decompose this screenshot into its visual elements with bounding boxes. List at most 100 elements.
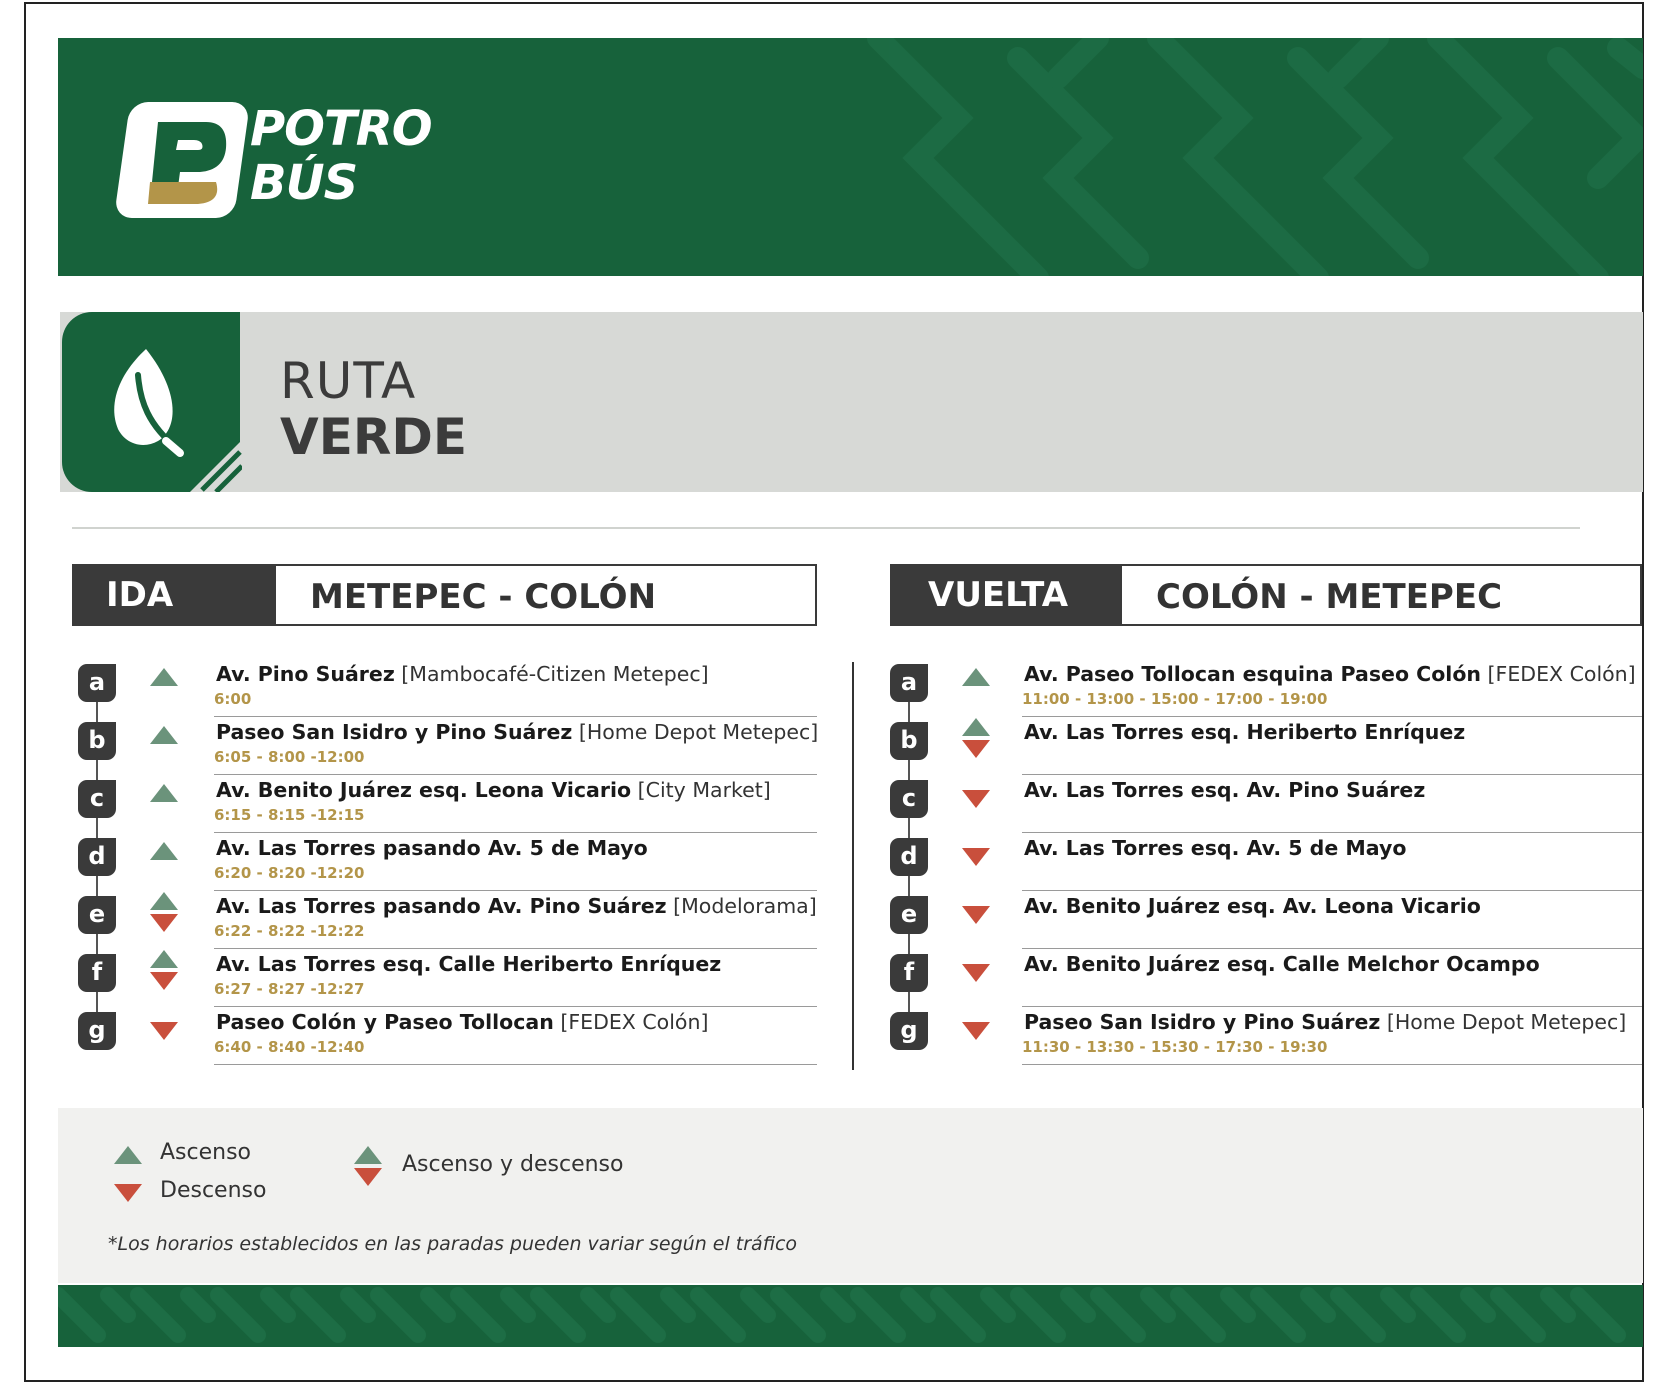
route-title-line2: VERDE [280,408,468,466]
stop-row: d Av. Las Torres pasando Av. 5 de Mayo 6:2… [72,834,817,892]
stop-landmark: [FEDEX Colón] [553,1010,709,1034]
logo-wordmark: POTRO BÚS [250,102,432,210]
legend-panel: Ascenso Descenso Ascenso y descenso [58,1108,1643,1283]
stop-letter-badge: f [890,954,928,992]
stop-name: Paseo San Isidro y Pino Suárez [Home Dep… [1024,1010,1626,1034]
stop-row: c Av. Las Torres esq. Av. Pino Suárez [884,776,1642,834]
triangle-up-icon [354,1146,382,1164]
potrobus-logo: POTRO BÚS [113,102,442,232]
legend-ascenso: Ascenso [160,1140,252,1165]
tile-stripes-decoration [190,440,242,492]
triangle-down-icon [150,914,178,932]
stop-landmark: [Home Depot Metepec] [572,720,819,744]
row-separator [1022,1064,1642,1065]
stop-name: Av. Pino Suárez [Mambocafé-Citizen Metep… [216,662,709,686]
stop-landmark: [FEDEX Colón] [1481,662,1636,686]
stop-street: Av. Benito Juárez esq. Calle Melchor Oca… [1024,952,1540,976]
triangle-up-icon [962,718,990,736]
row-separator [214,1064,817,1065]
triangle-up-icon [150,784,178,802]
stop-letter-badge: d [78,838,116,876]
logo-p-mark [148,122,227,204]
ida-stop-list: a Av. Pino Suárez [Mambocafé-Citizen Mete… [72,660,818,1080]
stop-letter-badge: a [78,664,116,702]
logo-line1: POTRO [250,101,432,157]
stop-letter-badge: e [890,896,928,934]
stop-row: b Paseo San Isidro y Pino Suárez [Home De… [72,718,818,776]
stop-street: Av. Las Torres pasando Av. 5 de Mayo [216,836,648,860]
row-separator [214,716,817,717]
stop-street: Av. Paseo Tollocan esquina Paseo Colón [1024,662,1482,686]
stop-name: Av. Benito Juárez esq. Calle Melchor Oca… [1024,952,1540,976]
stop-letter-badge: f [78,954,116,992]
stop-row: c Av. Benito Juárez esq. Leona Vicario [C… [72,776,817,834]
stop-times: 6:22 - 8:22 -12:22 [214,922,365,940]
triangle-down-icon [962,964,990,982]
stop-name: Av. Las Torres esq. Av. Pino Suárez [1024,778,1425,802]
stop-row: e Av. Benito Juárez esq. Av. Leona Vicari… [884,892,1642,950]
vuelta-route: COLÓN - METEPEC [1156,577,1503,617]
stop-landmark: [Home Depot Metepec] [1380,1010,1627,1034]
stop-street: Paseo San Isidro y Pino Suárez [216,720,573,744]
column-divider [852,662,854,1070]
stop-row: f Av. Benito Juárez esq. Calle Melchor Oc… [884,950,1642,1008]
stop-times: 11:00 - 13:00 - 15:00 - 17:00 - 19:00 [1022,690,1328,708]
stop-row: a Av. Pino Suárez [Mambocafé-Citizen Mete… [72,660,817,718]
triangle-up-icon [150,842,178,860]
stop-landmark: [City Market] [631,778,771,802]
stop-landmark: [Modelorama] [666,894,817,918]
stop-street: Paseo Colón y Paseo Tollocan [216,1010,554,1034]
triangle-down-icon [962,740,990,758]
triangle-down-icon [150,1022,178,1040]
triangle-down-icon [114,1184,142,1202]
stop-street: Av. Las Torres esq. Av. 5 de Mayo [1024,836,1407,860]
row-separator [1022,948,1642,949]
stop-row: e Av. Las Torres pasando Av. Pino Suárez … [72,892,817,950]
route-title-line1: RUTA [280,352,417,410]
row-separator [214,774,817,775]
stop-letter-badge: a [890,664,928,702]
stop-times: 6:27 - 8:27 -12:27 [214,980,365,998]
schedule-note: *Los horarios establecidos en las parada… [108,1233,798,1255]
footer-pattern-decoration [58,1287,1626,1343]
row-separator [1022,774,1642,775]
triangle-down-icon [962,848,990,866]
stop-name: Av. Las Torres esq. Av. 5 de Mayo [1024,836,1406,860]
stop-street: Av. Benito Juárez esq. Av. Leona Vicario [1024,894,1481,918]
ida-route: METEPEC - COLÓN [310,577,657,617]
stop-name: Av. Las Torres esq. Heriberto Enríquez [1024,720,1465,744]
vuelta-stop-list: a Av. Paseo Tollocan esquina Paseo Colón … [884,660,1642,1080]
stop-name: Av. Las Torres esq. Calle Heriberto Enrí… [216,952,721,976]
stop-row: f Av. Las Torres esq. Calle Heriberto Enr… [72,950,817,1008]
stop-name: Av. Benito Juárez esq. Av. Leona Vicario [1024,894,1481,918]
triangle-down-icon [962,1022,990,1040]
stop-name: Av. Benito Juárez esq. Leona Vicario [Ci… [216,778,771,802]
triangle-down-icon [962,790,990,808]
stop-row: a Av. Paseo Tollocan esquina Paseo Colón … [884,660,1642,718]
triangle-up-icon [114,1146,142,1164]
logo-line2: BÚS [250,155,358,211]
triangle-down-icon [962,906,990,924]
stop-times: 6:20 - 8:20 -12:20 [214,864,365,882]
triangle-down-icon [150,972,178,990]
stop-name: Av. Paseo Tollocan esquina Paseo Colón [… [1024,662,1636,686]
stop-letter-badge: b [78,722,116,760]
divider [72,527,1580,529]
stop-street: Av. Las Torres esq. Heriberto Enríquez [1024,720,1466,744]
stop-street: Av. Las Torres esq. Calle Heriberto Enrí… [216,952,722,976]
stop-name: Av. Las Torres pasando Av. Pino Suárez [… [216,894,817,918]
stop-name: Paseo San Isidro y Pino Suárez [Home Dep… [216,720,818,744]
stop-letter-badge: e [78,896,116,934]
triangle-up-icon [150,726,178,744]
footer-banner [58,1285,1643,1347]
stop-row: g Paseo Colón y Paseo Tollocan [FEDEX Col… [72,1008,817,1066]
vuelta-header: VUELTA COLÓN - METEPEC [890,564,1642,626]
ida-tag: IDA [74,566,276,624]
row-separator [214,948,817,949]
vuelta-tag: VUELTA [892,566,1122,624]
legend-descenso: Descenso [160,1178,267,1203]
header-banner: POTRO BÚS [58,38,1643,276]
stop-times: 6:05 - 8:00 -12:00 [214,748,365,766]
row-separator [1022,832,1642,833]
stop-letter-badge: c [890,780,928,818]
